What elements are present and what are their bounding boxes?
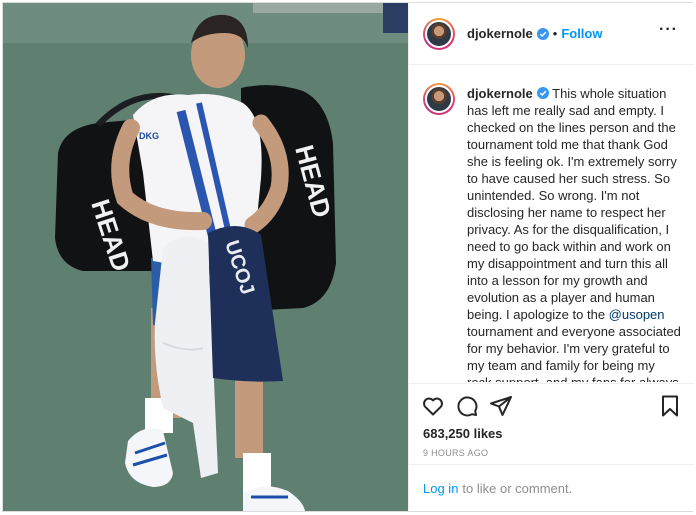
mention-link[interactable]: @usopen <box>609 307 665 322</box>
login-link[interactable]: Log in <box>423 481 458 496</box>
avatar-image <box>425 85 453 113</box>
verified-badge-icon <box>536 87 549 99</box>
caption: djokernole This whole situation has left… <box>467 85 681 382</box>
bookmark-icon[interactable] <box>658 394 682 418</box>
heart-icon[interactable] <box>421 394 445 418</box>
avatar[interactable] <box>423 17 455 50</box>
shirt-badge-text: DKG <box>139 131 159 141</box>
username[interactable]: djokernole <box>467 26 533 41</box>
comment-bar-text: to like or comment. <box>462 480 573 496</box>
post-timestamp: 9 HOURS AGO <box>423 448 489 458</box>
player-photo: HEAD HEAD DKG UCOJ <box>3 3 408 511</box>
post-panel: djokernole • Follow ··· djokernole This … <box>408 3 694 511</box>
share-icon[interactable] <box>489 394 513 418</box>
more-options-icon[interactable]: ··· <box>659 22 678 38</box>
caption-avatar[interactable] <box>423 83 455 115</box>
caption-area: djokernole This whole situation has left… <box>409 66 694 382</box>
comment-bar: Log in to like or comment. <box>409 464 694 511</box>
post-header: djokernole • Follow ··· <box>409 3 694 65</box>
follow-button[interactable]: Follow <box>561 26 602 41</box>
verified-badge-icon <box>536 27 549 40</box>
comment-icon[interactable] <box>455 394 479 418</box>
caption-text-end: tournament and everyone associated for m… <box>467 324 681 382</box>
avatar-image <box>425 19 453 48</box>
instagram-post: HEAD HEAD DKG UCOJ djokernole • Follow ·… <box>2 2 694 512</box>
caption-text-start: This whole situation has left me really … <box>467 86 677 322</box>
separator-dot: • <box>552 26 558 41</box>
post-photo: HEAD HEAD DKG UCOJ <box>3 3 408 511</box>
likes-count[interactable]: 683,250 likes <box>423 426 503 441</box>
caption-username[interactable]: djokernole <box>467 86 533 101</box>
